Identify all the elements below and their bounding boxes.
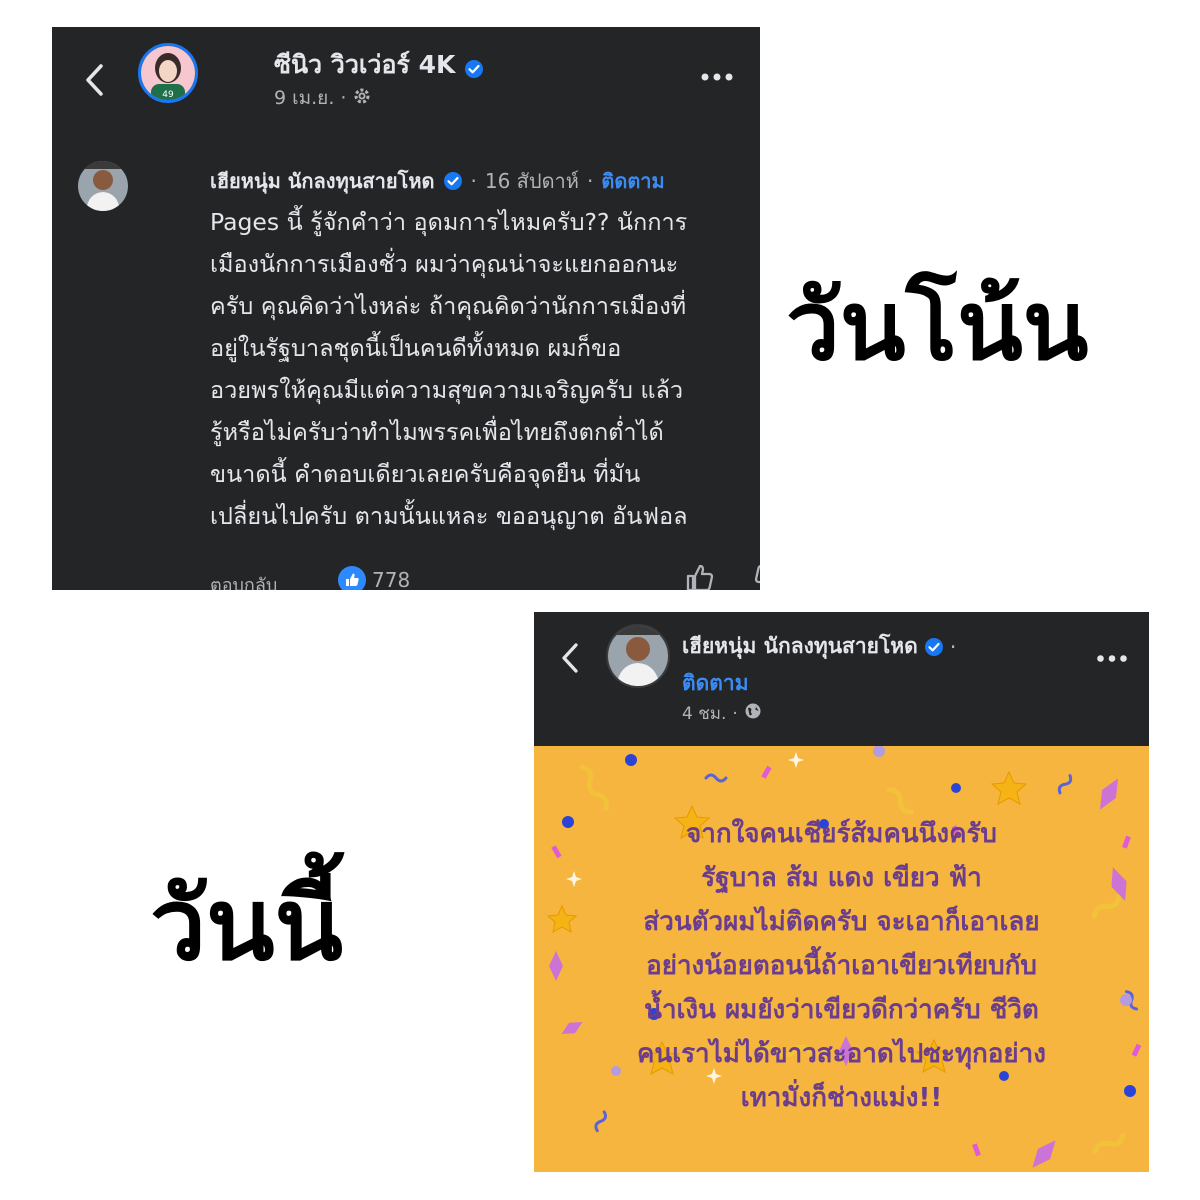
like-badge-icon	[338, 566, 366, 590]
page-name[interactable]: ซีนิว วิวเว่อร์ 4K	[274, 50, 455, 79]
now-label: วันนี้	[150, 866, 343, 983]
author-line: เฮียหนุ่ม นักลงทุนสายโหด ·	[682, 630, 956, 663]
post-line: คนเราไม่ได้ขาวสะอาดไปซะทุกอย่าง	[637, 1039, 1046, 1069]
reply-button[interactable]: ตอบกลับ	[210, 570, 277, 590]
globe-icon	[744, 702, 762, 725]
post-line: จากใจคนเชียร์ส้มคนนึงครับ	[686, 819, 997, 849]
more-icon[interactable]	[1096, 654, 1128, 663]
post-meta: 9 เม.ย. ·	[274, 83, 372, 113]
thumbs-up-icon[interactable]	[684, 562, 716, 590]
comment-line: Pages นี้ รู้จักคำว่า อุดมการไหมครับ?? น…	[210, 208, 688, 236]
meta-separator: ·	[470, 169, 477, 193]
meta-separator: ·	[949, 634, 957, 659]
comment-line: ขนาดนี้ คำตอบเดียวเลยครับคือจุดยืน ที่มั…	[210, 460, 641, 488]
comment-line: เปลี่ยนไปครับ ตามนั้นแหละ ขออนุญาต อันฟอ…	[210, 502, 688, 530]
post-line: รัฐบาล ส้ม แดง เขียว ฟ้า	[701, 863, 982, 893]
comment-time[interactable]: 16 สัปดาห์	[485, 165, 579, 197]
comment-actions: ตอบกลับ 778	[210, 564, 760, 590]
more-icon[interactable]	[700, 72, 734, 82]
comment-text: Pages นี้ รู้จักคำว่า อุดมการไหมครับ?? น…	[210, 201, 760, 537]
then-label: วันโน้น	[786, 270, 1089, 382]
post-text: จากใจคนเชียร์ส้มคนนึงครับ รัฐบาล ส้ม แดง…	[534, 812, 1149, 1120]
like-count: 778	[372, 568, 411, 590]
author-avatar[interactable]	[606, 624, 670, 688]
post-author[interactable]: เฮียหนุ่ม นักลงทุนสายโหด	[682, 630, 918, 663]
back-icon[interactable]	[84, 63, 106, 96]
page-avatar[interactable]: 49	[138, 43, 198, 103]
svg-text:49: 49	[162, 90, 174, 100]
verified-icon	[443, 171, 463, 191]
post-header: เฮียหนุ่ม นักลงทุนสายโหด · ติดตาม 4 ชม. …	[534, 612, 1149, 746]
post-background-card: จากใจคนเชียร์ส้มคนนึงครับ รัฐบาล ส้ม แดง…	[534, 746, 1149, 1172]
post-meta: 4 ชม. ·	[682, 700, 762, 727]
post-line: น้ำเงิน ผมยังว่าเขียวดีกว่าครับ ชีวิต	[644, 995, 1039, 1025]
gear-icon	[352, 86, 372, 111]
new-post-screenshot: เฮียหนุ่ม นักลงทุนสายโหด · ติดตาม 4 ชม. …	[534, 612, 1149, 1172]
comment-author[interactable]: เฮียหนุ่ม นักลงทุนสายโหด	[210, 165, 435, 197]
reaction-summary[interactable]: 778	[338, 566, 410, 590]
meta-separator: ·	[732, 703, 738, 724]
meta-separator: ·	[586, 169, 594, 193]
comment-line: อวยพรให้คุณมีแต่ความสุขความเจริญครับ แล้…	[210, 376, 684, 404]
thumbs-down-icon[interactable]	[752, 562, 760, 590]
follow-link[interactable]: ติดตาม	[601, 165, 664, 197]
verified-icon	[464, 56, 484, 78]
comment-line: เมืองนักการเมืองชั่ว ผมว่าคุณน่าจะแยกออก…	[210, 250, 679, 278]
comment-header: เฮียหนุ่ม นักลงทุนสายโหด · 16 สัปดาห์ · …	[210, 165, 665, 197]
page-name-line: ซีนิว วิวเว่อร์ 4K	[274, 45, 484, 85]
follow-link[interactable]: ติดตาม	[682, 667, 749, 700]
post-line: อย่างน้อยตอนนี้ถ้าเอาเขียวเทียบกับ	[646, 951, 1037, 981]
back-icon[interactable]	[560, 642, 582, 673]
comment-line: อยู่ในรัฐบาลชุดนี้เป็นคนดีทั้งหมด ผมก็ขอ	[210, 334, 622, 362]
post-date[interactable]: 9 เม.ย.	[274, 83, 334, 113]
old-comment-screenshot: 49 ซีนิว วิวเว่อร์ 4K 9 เม.ย. · เฮียหนุ่…	[52, 27, 760, 590]
comment-line: ครับ คุณคิดว่าไงหล่ะ ถ้าคุณคิดว่านักการเ…	[210, 292, 687, 320]
post-line: เทามั่งก็ช่างแม่ง!!	[740, 1083, 943, 1113]
post-time[interactable]: 4 ชม.	[682, 700, 726, 727]
comment-line: รู้หรือไม่ครับว่าทำไมพรรคเพื่อไทยถึงตกต่…	[210, 418, 664, 446]
post-line: ส่วนตัวผมไม่ติดครับ จะเอาก็เอาเลย	[643, 907, 1040, 937]
meta-separator: ·	[340, 87, 347, 109]
verified-icon	[924, 637, 944, 657]
commenter-avatar[interactable]	[78, 161, 128, 211]
